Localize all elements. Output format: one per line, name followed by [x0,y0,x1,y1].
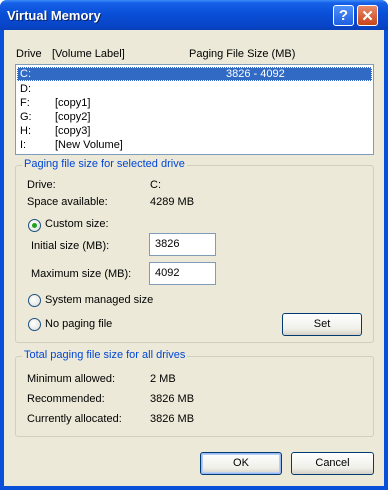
recommended-label: Recommended: [27,393,105,405]
column-header-drive: Drive [16,48,42,60]
currently-allocated-value: 3826 MB [150,413,195,425]
cancel-button[interactable]: Cancel [291,452,374,475]
no-paging-file-label[interactable]: No paging file [45,318,112,330]
ok-button[interactable]: OK [200,452,282,475]
maximum-size-label: Maximum size (MB): [31,268,132,280]
set-button[interactable]: Set [282,313,362,336]
initial-size-input[interactable]: 3826 [149,233,216,256]
question-mark-icon: ? [338,7,349,24]
drive-value: C: [150,179,161,191]
group-legend-total: Total paging file size for all drives [22,349,188,361]
volume-label: [copy2] [55,111,91,123]
close-button[interactable]: ✕ [357,5,378,26]
drive-list-item-g[interactable]: G: [copy2] [17,110,372,124]
custom-size-label[interactable]: Custom size: [45,218,109,230]
system-managed-radio[interactable] [28,294,41,307]
paging-size: 3826 - 4092 [226,68,285,80]
volume-label: [copy1] [55,97,91,109]
drive-list-item-c[interactable]: C: 3826 - 4092 [17,67,372,81]
maximum-size-input[interactable]: 4092 [149,262,216,285]
group-legend-selected-drive: Paging file size for selected drive [22,158,187,170]
no-paging-file-radio[interactable] [28,318,41,331]
drive-list-item-h[interactable]: H: [copy3] [17,124,372,138]
drive-letter: F: [20,97,30,109]
system-managed-label[interactable]: System managed size [45,294,153,306]
drive-letter: G: [20,111,32,123]
drive-letter: I: [20,139,27,151]
drive-list-item-d[interactable]: D: [17,82,372,96]
drive-letter: D: [20,83,31,95]
currently-allocated-label: Currently allocated: [27,413,122,425]
initial-size-label: Initial size (MB): [31,240,110,252]
column-header-volume-label: [Volume Label] [52,48,125,60]
space-available-value: 4289 MB [150,196,195,208]
custom-size-radio[interactable] [28,219,41,232]
drive-list-item-i[interactable]: I: [New Volume] [17,138,372,152]
drive-list[interactable]: C: 3826 - 4092 D: F: [copy1] G: [copy2] … [15,64,374,155]
recommended-value: 3826 MB [150,393,195,405]
space-available-label: Space available: [27,196,108,208]
drive-list-item-f[interactable]: F: [copy1] [17,96,372,110]
column-header-paging-file-size: Paging File Size (MB) [189,48,296,60]
minimum-allowed-label: Minimum allowed: [27,373,116,385]
window-title: Virtual Memory [7,8,101,23]
radio-selected-dot [32,223,37,228]
volume-label: [copy3] [55,125,91,137]
drive-letter: H: [20,125,31,137]
drive-letter: C: [20,68,31,80]
help-button[interactable]: ? [333,5,354,26]
volume-label: [New Volume] [55,139,123,151]
minimum-allowed-value: 2 MB [150,373,176,385]
title-bar[interactable]: Virtual Memory ? ✕ [0,0,388,30]
drive-label: Drive: [27,179,56,191]
close-icon: ✕ [361,7,374,25]
